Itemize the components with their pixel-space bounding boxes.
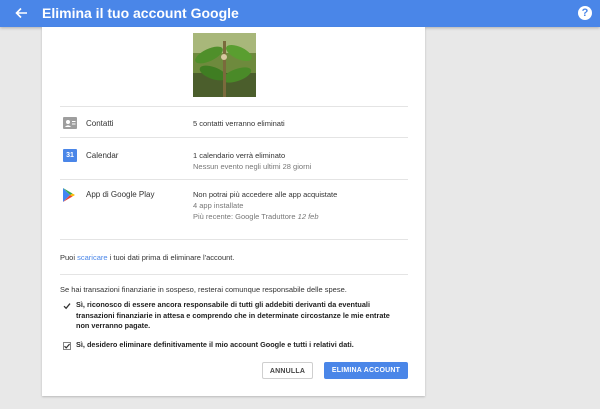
delete-account-card: Contatti 5 contatti verranno eliminati 3… [42,27,425,396]
checkbox-responsibility[interactable] [63,302,71,310]
account-photo [193,33,256,97]
help-icon[interactable]: ? [578,6,592,20]
google-play-label: App di Google Play [86,190,155,199]
recent-date: 12 feb [297,212,319,221]
checkbox-delete-confirm-label[interactable]: Sì, desidero eliminare definitivamente i… [76,340,396,351]
google-play-summary: Non potrai più accedere alle app acquist… [193,190,338,199]
calendar-icon: 31 [63,149,77,162]
contacts-label: Contatti [86,119,114,128]
back-arrow-icon[interactable] [14,6,28,20]
google-play-recent: Più recente: Google Traduttore 12 feb [193,212,319,221]
financial-notice: Se hai transazioni finanziarie in sospes… [60,285,347,294]
divider [60,137,408,138]
google-play-icon [63,188,75,202]
download-prefix: Puoi [60,253,78,262]
calendar-label: Calendar [86,151,119,160]
contacts-icon [63,117,77,129]
divider [60,106,408,107]
delete-account-button[interactable]: ELIMINA ACCOUNT [324,362,408,379]
google-play-installed: 4 app installate [193,201,244,210]
app-bar: Elimina il tuo account Google ? [0,0,600,27]
checkbox-responsibility-label[interactable]: Sì, riconosco di essere ancora responsab… [76,300,396,332]
calendar-icon-number: 31 [66,152,74,159]
download-link[interactable]: scaricare [77,253,107,262]
divider [60,239,408,240]
recent-prefix: Più recente: Google Traduttore [193,212,298,221]
divider [60,274,408,275]
checkbox-delete-confirm[interactable] [63,342,71,350]
divider [60,179,408,180]
calendar-detail: Nessun evento negli ultimi 28 giorni [193,162,312,171]
calendar-summary: 1 calendario verrà eliminato [193,151,286,160]
cancel-button[interactable]: ANNULLA [262,362,313,379]
contacts-summary: 5 contatti verranno eliminati [193,119,285,128]
page-title: Elimina il tuo account Google [42,5,239,21]
download-hint: Puoi scaricare i tuoi dati prima di elim… [60,253,234,262]
download-suffix: i tuoi dati prima di eliminare l'account… [107,253,235,262]
